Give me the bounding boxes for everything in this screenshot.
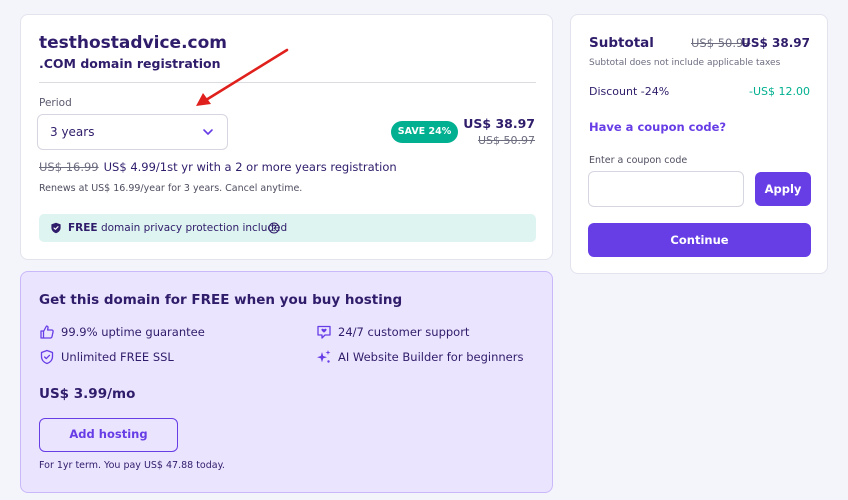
help-icon[interactable] (268, 222, 280, 234)
add-hosting-button[interactable]: Add hosting (39, 418, 178, 452)
period-select[interactable]: 3 years (37, 114, 228, 150)
domain-name: testhostadvice.com (39, 33, 228, 53)
domain-subtitle: .COM domain registration (39, 56, 221, 71)
feature-label: 99.9% uptime guarantee (61, 325, 205, 339)
promo-line: US$ 16.99 US$ 4.99/1st yr with a 2 or mor… (39, 160, 397, 174)
period-value: 3 years (50, 125, 95, 139)
subtotal-note: Subtotal does not include applicable tax… (589, 58, 781, 68)
domain-price-original: US$ 50.97 (477, 134, 535, 147)
continue-button[interactable]: Continue (588, 223, 811, 257)
privacy-label: domain privacy protection included (97, 222, 288, 234)
support-chat-icon (317, 325, 331, 339)
privacy-text: FREE domain privacy protection included (68, 222, 287, 234)
shield-icon (51, 222, 61, 234)
promo-old-price: US$ 16.99 (39, 160, 99, 174)
coupon-link[interactable]: Have a coupon code? (589, 120, 726, 134)
coupon-label: Enter a coupon code (589, 155, 688, 166)
feature-label: 24/7 customer support (338, 325, 470, 339)
promo-text: US$ 4.99/1st yr with a 2 or more years r… (103, 160, 397, 174)
hosting-price: US$ 3.99/mo (39, 386, 136, 402)
thumbs-up-icon (40, 325, 54, 339)
renew-text: Renews at US$ 16.99/year for 3 years. Ca… (39, 183, 303, 194)
domain-card: testhostadvice.com .COM domain registrat… (20, 14, 553, 260)
sparkles-icon (317, 350, 331, 363)
privacy-bold: FREE (68, 222, 98, 234)
discount-value: -US$ 12.00 (749, 85, 810, 98)
period-label: Period (39, 97, 72, 109)
privacy-bar: FREE domain privacy protection included (39, 214, 536, 242)
order-summary-card: Subtotal US$ 50.97 US$ 38.97 Subtotal do… (570, 14, 828, 274)
hosting-title: Get this domain for FREE when you buy ho… (39, 292, 403, 308)
discount-label: Discount -24% (589, 85, 670, 98)
shield-check-icon (40, 349, 54, 365)
hosting-term: For 1yr term. You pay US$ 47.88 today. (39, 460, 225, 471)
feature-label: Unlimited FREE SSL (61, 350, 174, 364)
apply-button[interactable]: Apply (755, 172, 811, 206)
hosting-upsell-card: Get this domain for FREE when you buy ho… (20, 271, 553, 493)
save-badge: SAVE 24% (391, 121, 458, 143)
chevron-down-icon (203, 129, 213, 135)
coupon-input[interactable] (588, 171, 744, 207)
divider (39, 82, 536, 83)
subtotal-price: US$ 38.97 (741, 36, 810, 50)
subtotal-label: Subtotal (589, 35, 654, 51)
domain-price: US$ 38.97 (463, 116, 535, 131)
feature-label: AI Website Builder for beginners (338, 350, 524, 364)
